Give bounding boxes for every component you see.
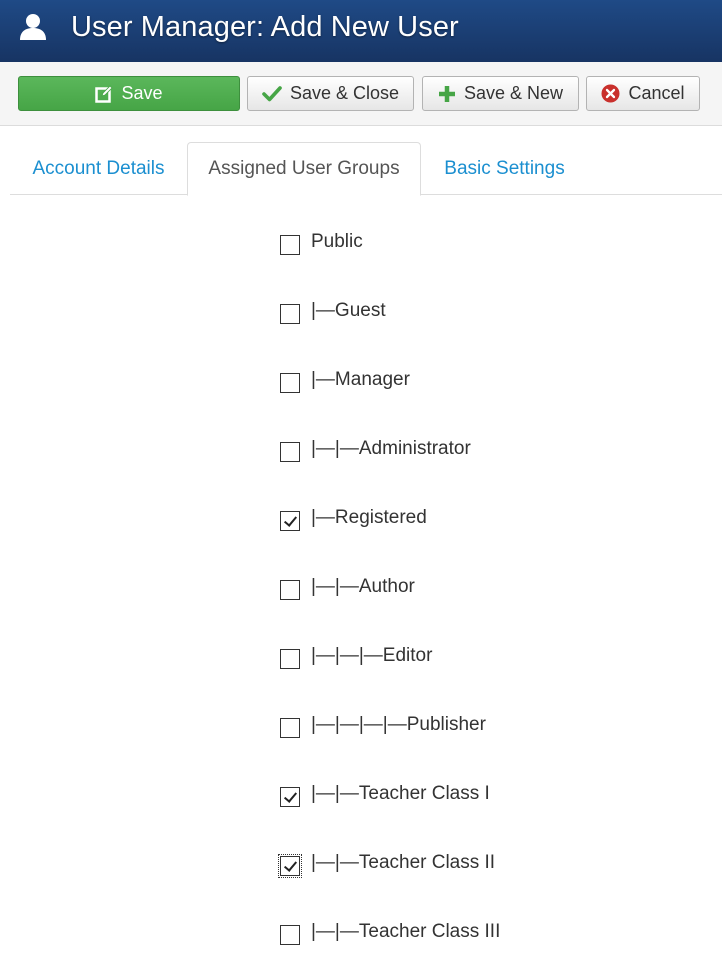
save-button[interactable]: Save bbox=[18, 76, 240, 111]
group-row-author: |—|—Author bbox=[280, 569, 710, 638]
group-row-publisher: |—|—|—|—Publisher bbox=[280, 707, 710, 776]
save-close-label: Save & Close bbox=[289, 83, 400, 103]
user-group-list: Public |—Guest |—Manager |—|—Administrat… bbox=[278, 224, 710, 970]
group-checkbox[interactable] bbox=[280, 580, 300, 600]
group-checkbox[interactable] bbox=[280, 511, 300, 531]
group-checkbox[interactable] bbox=[280, 373, 300, 393]
group-label: |—|—Administrator bbox=[311, 438, 471, 459]
save-close-button[interactable]: Save & Close bbox=[247, 76, 414, 111]
group-label: |—Manager bbox=[311, 369, 410, 390]
group-checkbox[interactable] bbox=[280, 235, 300, 255]
group-row-guest: |—Guest bbox=[280, 293, 710, 362]
page-title: User Manager: Add New User bbox=[71, 11, 459, 43]
tab-basic-settings[interactable]: Basic Settings bbox=[421, 142, 588, 195]
group-checkbox[interactable] bbox=[278, 854, 302, 878]
group-row-teacher-class-iii: |—|—Teacher Class III bbox=[280, 914, 710, 970]
group-row-administrator: |—|—Administrator bbox=[280, 431, 710, 500]
group-checkbox[interactable] bbox=[280, 925, 300, 945]
group-checkbox[interactable] bbox=[280, 787, 300, 807]
group-label: |—Guest bbox=[311, 300, 386, 321]
group-label: Public bbox=[311, 231, 363, 252]
user-icon bbox=[20, 14, 46, 40]
tab-account-details[interactable]: Account Details bbox=[10, 142, 187, 195]
group-checkbox[interactable] bbox=[280, 718, 300, 738]
edit-icon bbox=[95, 84, 114, 103]
toolbar: Save Save & Close Save & New Cancel bbox=[0, 62, 722, 126]
title-bar: User Manager: Add New User bbox=[0, 0, 722, 62]
tab-assigned-user-groups[interactable]: Assigned User Groups bbox=[187, 142, 421, 196]
group-checkbox[interactable] bbox=[280, 442, 300, 462]
save-new-button[interactable]: Save & New bbox=[422, 76, 579, 111]
cancel-icon bbox=[601, 84, 620, 103]
cancel-label: Cancel bbox=[628, 83, 685, 103]
check-icon bbox=[262, 85, 282, 101]
group-row-registered: |—Registered bbox=[280, 500, 710, 569]
group-row-public: Public bbox=[280, 224, 710, 293]
group-label: |—Registered bbox=[311, 507, 427, 528]
group-checkbox[interactable] bbox=[280, 304, 300, 324]
group-label: |—|—Teacher Class II bbox=[311, 852, 496, 873]
save-label: Save bbox=[121, 83, 163, 103]
group-row-teacher-class-i: |—|—Teacher Class I bbox=[280, 776, 710, 845]
group-label: |—|—Teacher Class I bbox=[311, 783, 490, 804]
group-checkbox[interactable] bbox=[280, 649, 300, 669]
save-new-label: Save & New bbox=[463, 83, 564, 103]
group-row-teacher-class-ii: |—|—Teacher Class II bbox=[278, 845, 710, 914]
plus-icon bbox=[438, 85, 455, 102]
cancel-button[interactable]: Cancel bbox=[586, 76, 700, 111]
group-label: |—|—Author bbox=[311, 576, 415, 597]
group-label: |—|—|—|—Publisher bbox=[311, 714, 486, 735]
tab-bar: Account Details Assigned User Groups Bas… bbox=[10, 142, 722, 196]
group-label: |—|—Teacher Class III bbox=[311, 921, 501, 942]
group-row-editor: |—|—|—Editor bbox=[280, 638, 710, 707]
group-row-manager: |—Manager bbox=[280, 362, 710, 431]
group-label: |—|—|—Editor bbox=[311, 645, 433, 666]
